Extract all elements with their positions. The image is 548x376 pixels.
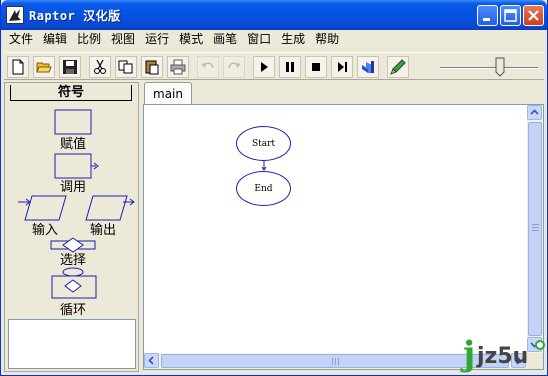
paste-button[interactable]: [141, 56, 163, 78]
menu-run[interactable]: 运行: [140, 30, 174, 49]
title-bar[interactable]: Raptor 汉化版: [1, 0, 547, 30]
toolbar: [4, 52, 544, 80]
scroll-left-button[interactable]: [144, 353, 159, 368]
output-label: 输出: [89, 223, 116, 238]
vertical-scroll-thumb[interactable]: [528, 122, 542, 336]
test-server-button[interactable]: [357, 56, 379, 78]
menu-file[interactable]: 文件: [4, 30, 38, 49]
save-icon: [63, 60, 77, 74]
vertical-scrollbar[interactable]: [527, 105, 543, 353]
symbols-header: 符号: [10, 85, 132, 101]
tab-main[interactable]: main: [144, 82, 192, 104]
open-button[interactable]: [33, 56, 55, 78]
flowchart-frame: Start End: [143, 104, 544, 370]
scroll-up-button[interactable]: [527, 105, 542, 120]
flowchart-canvas[interactable]: Start End: [144, 105, 527, 353]
stop-button[interactable]: [305, 56, 327, 78]
stop-icon: [312, 63, 320, 71]
minimize-icon: [483, 18, 490, 21]
assignment-symbol[interactable]: [54, 109, 92, 135]
speed-slider-thumb[interactable]: [495, 57, 505, 77]
redo-icon: [228, 62, 241, 69]
selection-label: 选择: [59, 253, 86, 268]
close-button[interactable]: [523, 5, 544, 26]
cut-icon: [94, 59, 106, 74]
window-title: Raptor 汉化版: [29, 9, 121, 23]
menu-help[interactable]: 帮助: [310, 30, 344, 49]
copy-icon: [118, 60, 133, 74]
watch-window[interactable]: [8, 319, 136, 369]
new-button[interactable]: [7, 56, 29, 78]
assignment-label: 赋值: [59, 137, 86, 152]
menu-edit[interactable]: 编辑: [38, 30, 72, 49]
end-node[interactable]: End: [236, 171, 291, 206]
menu-window[interactable]: 窗口: [242, 30, 276, 49]
step-button[interactable]: [331, 56, 353, 78]
maximize-button[interactable]: [500, 5, 521, 26]
open-folder-icon: [36, 62, 52, 73]
menu-generate[interactable]: 生成: [276, 30, 310, 49]
menu-bar: 文件 编辑 比例 视图 运行 模式 画笔 窗口 生成 帮助: [4, 30, 544, 49]
chevron-up-icon: [530, 109, 539, 115]
undo-icon: [201, 62, 214, 69]
new-file-icon: [12, 59, 24, 75]
call-label: 调用: [59, 180, 86, 195]
close-icon: [528, 10, 539, 21]
pause-icon: [286, 62, 294, 72]
menu-ink[interactable]: 画笔: [208, 30, 242, 49]
loop-symbol[interactable]: [51, 267, 97, 299]
pen-icon: [390, 59, 406, 75]
start-node[interactable]: Start: [236, 126, 291, 161]
watermark-j: j: [463, 334, 476, 374]
watermark-text: jz5u: [477, 344, 529, 369]
copy-button[interactable]: [115, 56, 137, 78]
chevron-left-icon: [148, 356, 154, 365]
paste-icon: [145, 60, 159, 75]
speed-slider-track[interactable]: [440, 67, 538, 69]
menu-scale[interactable]: 比例: [72, 30, 106, 49]
horizontal-scroll-thumb[interactable]: [161, 354, 509, 368]
pause-button[interactable]: [279, 56, 301, 78]
site-watermark: j jz5u: [463, 336, 548, 376]
watermark-dot: [535, 340, 545, 350]
cut-button[interactable]: [89, 56, 111, 78]
save-button[interactable]: [59, 56, 81, 78]
print-button[interactable]: [167, 56, 189, 78]
run-button[interactable]: [253, 56, 275, 78]
input-label: 输入: [31, 223, 58, 238]
input-symbol[interactable]: [17, 195, 67, 221]
print-icon: [170, 59, 186, 75]
minimize-button[interactable]: [477, 5, 498, 26]
run-icon: [261, 62, 268, 72]
app-window: Raptor 汉化版 文件 编辑 比例 视图 运行 模式 画笔 窗口 生成 帮助: [0, 0, 548, 376]
loop-label: 循环: [59, 303, 86, 318]
raptor-app-icon: [6, 6, 24, 24]
menu-view[interactable]: 视图: [106, 30, 140, 49]
output-symbol[interactable]: [85, 195, 135, 221]
test-server-icon: [362, 61, 374, 73]
menu-mode[interactable]: 模式: [174, 30, 208, 49]
redo-button[interactable]: [223, 56, 245, 78]
pen-button[interactable]: [387, 56, 409, 78]
maximize-icon: [504, 9, 517, 22]
step-icon: [338, 62, 347, 72]
undo-button[interactable]: [197, 56, 219, 78]
flow-arrow: [261, 161, 267, 171]
symbols-panel: 符号 赋值 调用 输入 输出 选择 循环: [4, 82, 139, 372]
